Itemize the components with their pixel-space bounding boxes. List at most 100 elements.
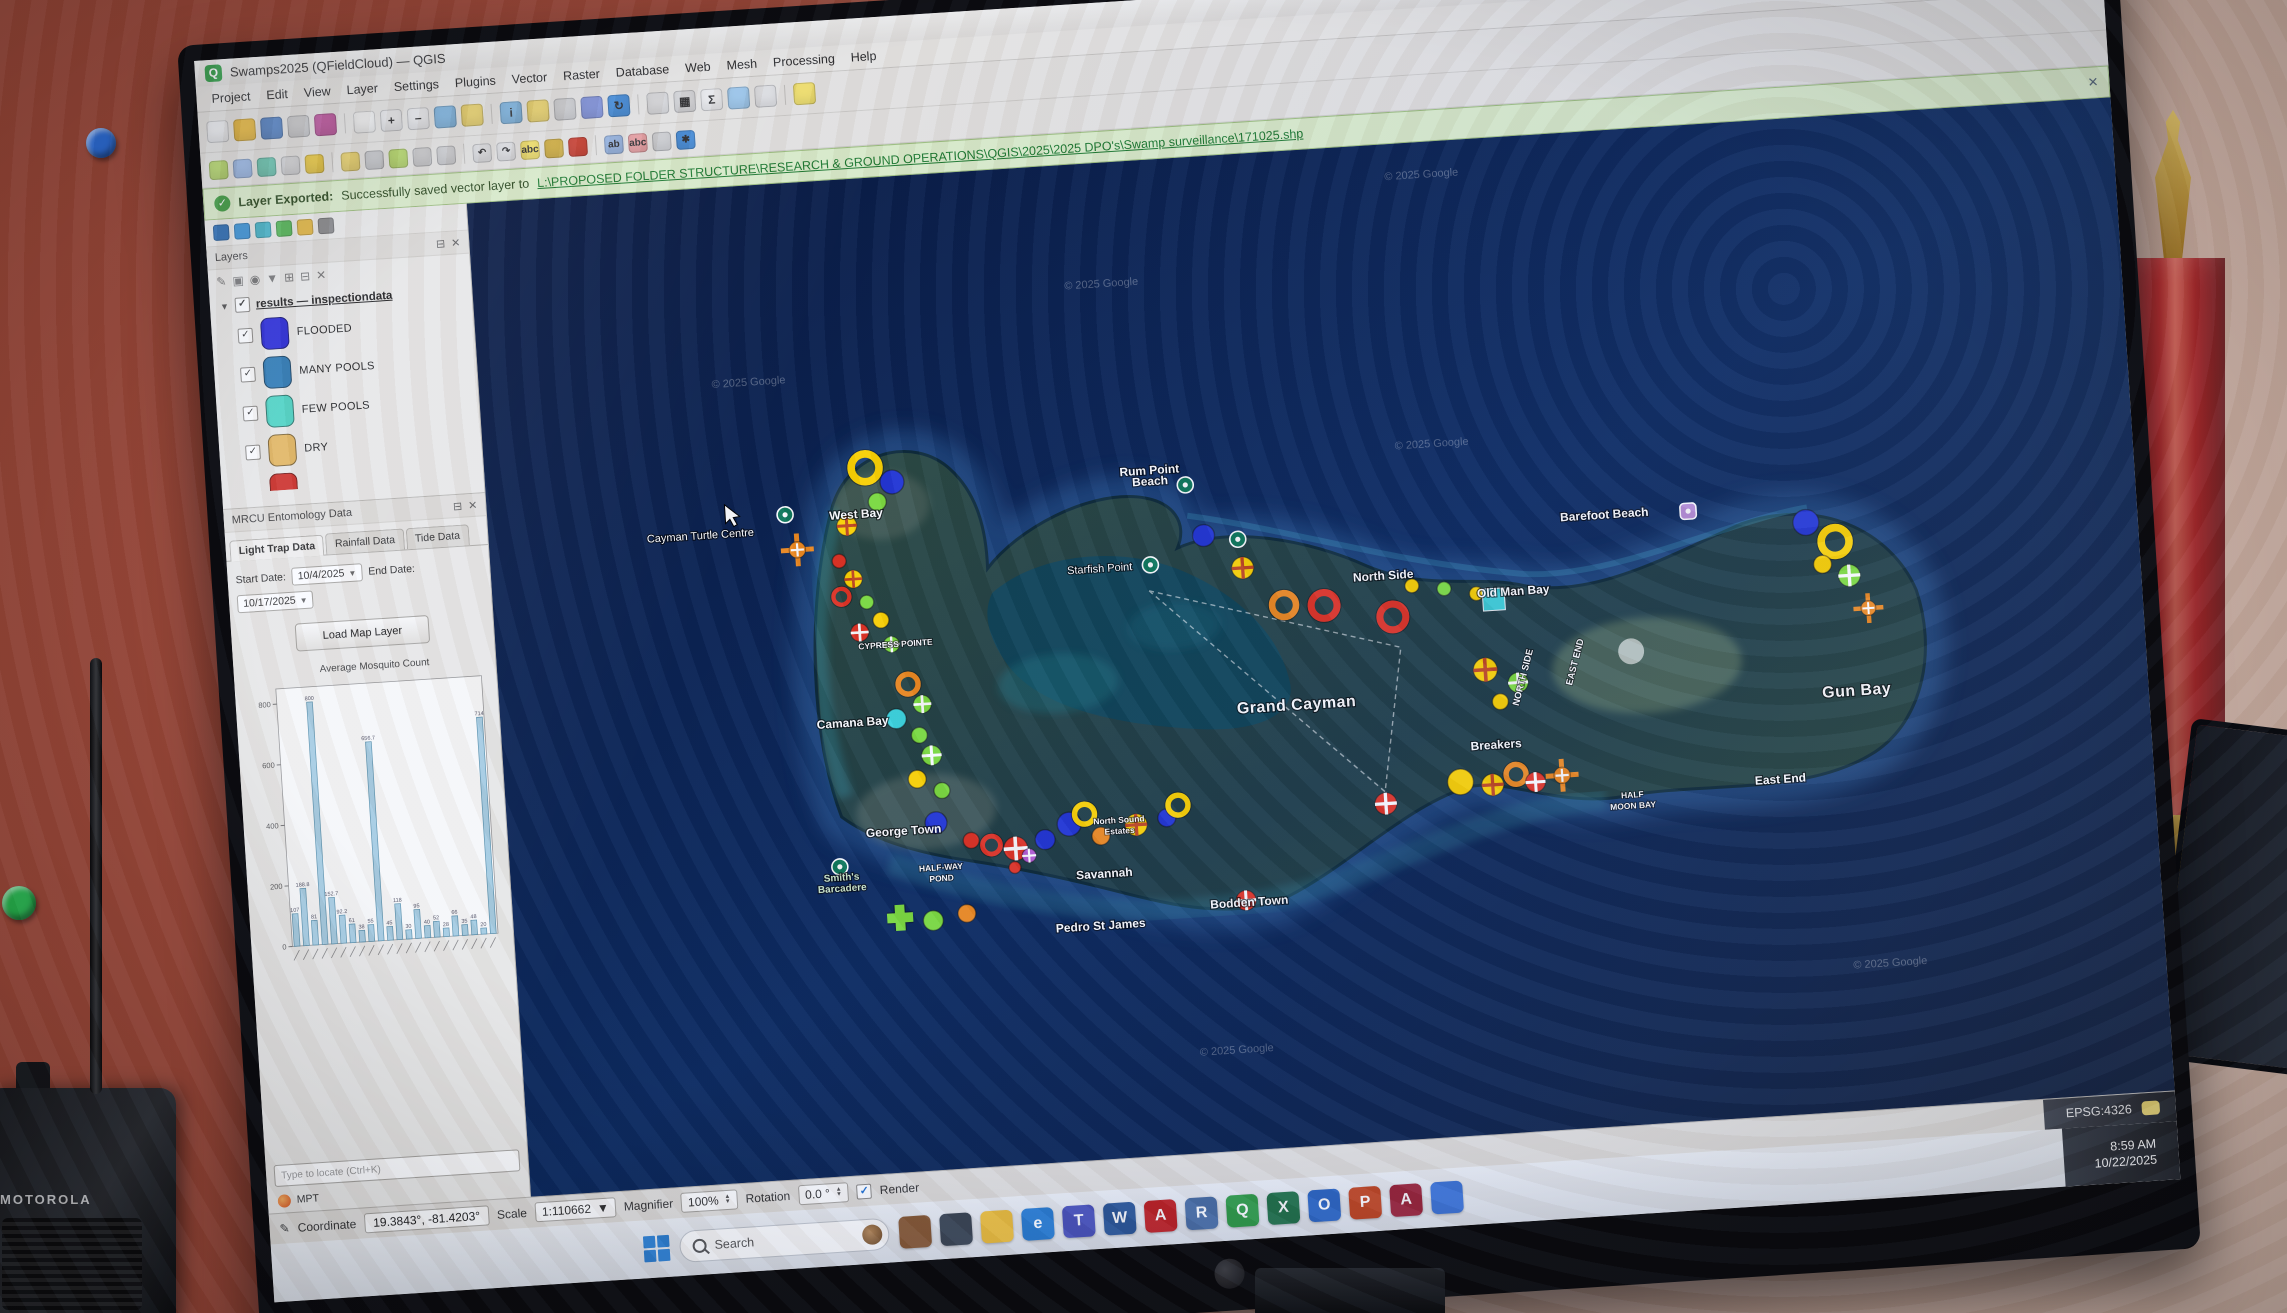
menu-raster[interactable]: Raster xyxy=(555,64,607,85)
menu-web[interactable]: Web xyxy=(678,57,719,78)
menu-view[interactable]: View xyxy=(296,81,338,102)
statistics-panel-icon[interactable] xyxy=(727,86,750,109)
magnifier-spinner[interactable]: 100% ▲▼ xyxy=(680,1189,738,1213)
add-feature-icon[interactable] xyxy=(388,148,408,168)
pan-map-icon[interactable] xyxy=(353,110,376,133)
access-icon[interactable]: A xyxy=(1389,1183,1423,1217)
new-bookmark-icon[interactable] xyxy=(580,96,603,119)
add-group-icon[interactable]: ▣ xyxy=(232,273,244,288)
style-manager-icon[interactable] xyxy=(314,113,337,136)
label-toolbar-icon[interactable]: abc xyxy=(520,139,540,159)
layer-row[interactable]: ✓MANY POOLS xyxy=(239,344,471,391)
add-delimited-text-icon[interactable] xyxy=(280,155,300,175)
qgis-taskbar-icon[interactable]: Q xyxy=(1225,1194,1259,1228)
measure-ruler-icon[interactable] xyxy=(754,84,777,107)
add-raster-layer-icon[interactable] xyxy=(233,158,253,178)
layer-row[interactable]: ✓DRY xyxy=(244,422,476,469)
print-layout-icon[interactable] xyxy=(287,115,310,138)
screenshot-tool-icon[interactable] xyxy=(939,1212,973,1246)
new-shapefile-icon[interactable] xyxy=(304,153,324,173)
group-checkbox[interactable]: ✓ xyxy=(234,297,250,313)
map-tips-icon[interactable] xyxy=(652,131,672,151)
menu-plugins[interactable]: Plugins xyxy=(447,71,503,93)
text-annotation-icon[interactable] xyxy=(793,82,816,105)
layer-checkbox[interactable]: ✓ xyxy=(242,405,258,421)
add-mesh-layer-icon[interactable] xyxy=(256,156,276,176)
pin-labels-icon[interactable]: ab xyxy=(604,134,624,154)
zoom-full-icon[interactable] xyxy=(434,105,457,128)
outlook-icon[interactable]: O xyxy=(1307,1188,1341,1222)
new-project-icon[interactable] xyxy=(206,120,229,143)
panel-dock-icon[interactable]: ⊟ xyxy=(453,499,463,513)
temporal-controller-icon[interactable] xyxy=(646,91,669,114)
zoom-out-icon[interactable]: − xyxy=(407,107,430,130)
zoom-last-icon[interactable] xyxy=(460,103,483,126)
add-postgis-layer-icon[interactable] xyxy=(234,223,251,240)
remove-layer-icon[interactable]: ✕ xyxy=(316,268,327,283)
refresh-map-icon[interactable]: ↻ xyxy=(607,94,630,117)
file-explorer-icon[interactable] xyxy=(980,1210,1014,1244)
layer-row[interactable]: ✓FEW POOLS xyxy=(242,383,474,430)
layer-styling-icon[interactable]: ✎ xyxy=(216,274,227,289)
edge-icon[interactable]: e xyxy=(1021,1207,1055,1241)
group-expand-icon[interactable]: ▼ xyxy=(220,301,230,312)
menu-vector[interactable]: Vector xyxy=(504,67,554,88)
layer-row[interactable]: ✓FLOODED xyxy=(237,305,469,352)
teams-icon[interactable]: T xyxy=(1062,1204,1096,1238)
add-vector-layer-icon[interactable] xyxy=(209,160,229,180)
menu-mesh[interactable]: Mesh xyxy=(719,54,765,75)
menu-edit[interactable]: Edit xyxy=(259,84,296,104)
identify-features-icon[interactable]: i xyxy=(499,101,522,124)
layer-checkbox[interactable]: ✓ xyxy=(240,366,256,382)
spinner-arrows-icon[interactable]: ▲▼ xyxy=(724,1195,731,1205)
field-calculator-icon[interactable]: Σ xyxy=(700,88,723,111)
word-icon[interactable]: W xyxy=(1103,1202,1137,1236)
diagram-options-icon[interactable] xyxy=(568,136,588,156)
delete-selected-icon[interactable] xyxy=(436,145,456,165)
processing-toolbox-icon[interactable]: ✱ xyxy=(676,129,696,149)
rotation-spinner[interactable]: 0.0 ° ▲▼ xyxy=(798,1182,850,1205)
expand-all-icon[interactable]: ⊞ xyxy=(284,270,295,285)
tab-tide-data[interactable]: Tide Data xyxy=(405,524,469,549)
toggle-editing-icon[interactable] xyxy=(340,151,360,171)
select-features-icon[interactable] xyxy=(526,99,549,122)
add-spatialite-layer-icon[interactable] xyxy=(255,221,272,238)
acrobat-icon[interactable]: A xyxy=(1144,1199,1178,1233)
message-close-icon[interactable]: ✕ xyxy=(2087,74,2099,91)
start-button[interactable] xyxy=(643,1235,671,1263)
widget-groundhog-icon[interactable] xyxy=(898,1215,932,1249)
panel-close-icon[interactable]: ✕ xyxy=(468,498,478,512)
coordinate-input[interactable]: 19.3843°, -81.4203° xyxy=(364,1205,490,1233)
open-project-icon[interactable] xyxy=(233,118,256,141)
open-data-source-manager-icon[interactable] xyxy=(213,224,230,241)
messages-bubble-icon[interactable] xyxy=(2141,1100,2160,1115)
menu-processing[interactable]: Processing xyxy=(765,49,842,72)
photos-icon[interactable] xyxy=(1430,1180,1464,1214)
scale-combobox[interactable]: 1:110662 ▼ xyxy=(534,1197,616,1222)
vertex-tool-icon[interactable] xyxy=(412,146,432,166)
render-checkbox[interactable]: ✓ xyxy=(856,1183,872,1199)
notification-badge-icon[interactable] xyxy=(277,1194,291,1208)
highlight-labels-icon[interactable]: abc xyxy=(628,132,648,152)
start-date-input[interactable]: 10/4/2025 ▼ xyxy=(291,563,363,586)
menu-settings[interactable]: Settings xyxy=(386,74,446,96)
rstudio-icon[interactable]: R xyxy=(1185,1196,1219,1230)
save-project-icon[interactable] xyxy=(260,116,283,139)
load-map-layer-button[interactable]: Load Map Layer xyxy=(295,615,430,652)
measure-line-icon[interactable] xyxy=(553,97,576,120)
add-virtual-layer-icon[interactable] xyxy=(276,220,293,237)
menu-help[interactable]: Help xyxy=(843,46,884,67)
undo-icon[interactable]: ↶ xyxy=(472,142,492,162)
layer-checkbox[interactable]: ✓ xyxy=(237,327,253,343)
zoom-in-icon[interactable]: + xyxy=(380,109,403,132)
spinner-arrows-icon[interactable]: ▲▼ xyxy=(836,1188,843,1198)
excel-icon[interactable]: X xyxy=(1266,1191,1300,1225)
powerpoint-icon[interactable]: P xyxy=(1348,1186,1382,1220)
layer-checkbox[interactable]: ✓ xyxy=(245,444,261,460)
taskbar-search-input[interactable]: Search xyxy=(679,1218,891,1263)
panel-close-icon[interactable]: ✕ xyxy=(451,236,461,250)
open-attribute-table-icon[interactable]: ▦ xyxy=(673,90,696,113)
collapse-all-icon[interactable]: ⊟ xyxy=(300,269,311,284)
manage-themes-icon[interactable]: ◉ xyxy=(249,272,260,287)
save-edits-icon[interactable] xyxy=(364,149,384,169)
